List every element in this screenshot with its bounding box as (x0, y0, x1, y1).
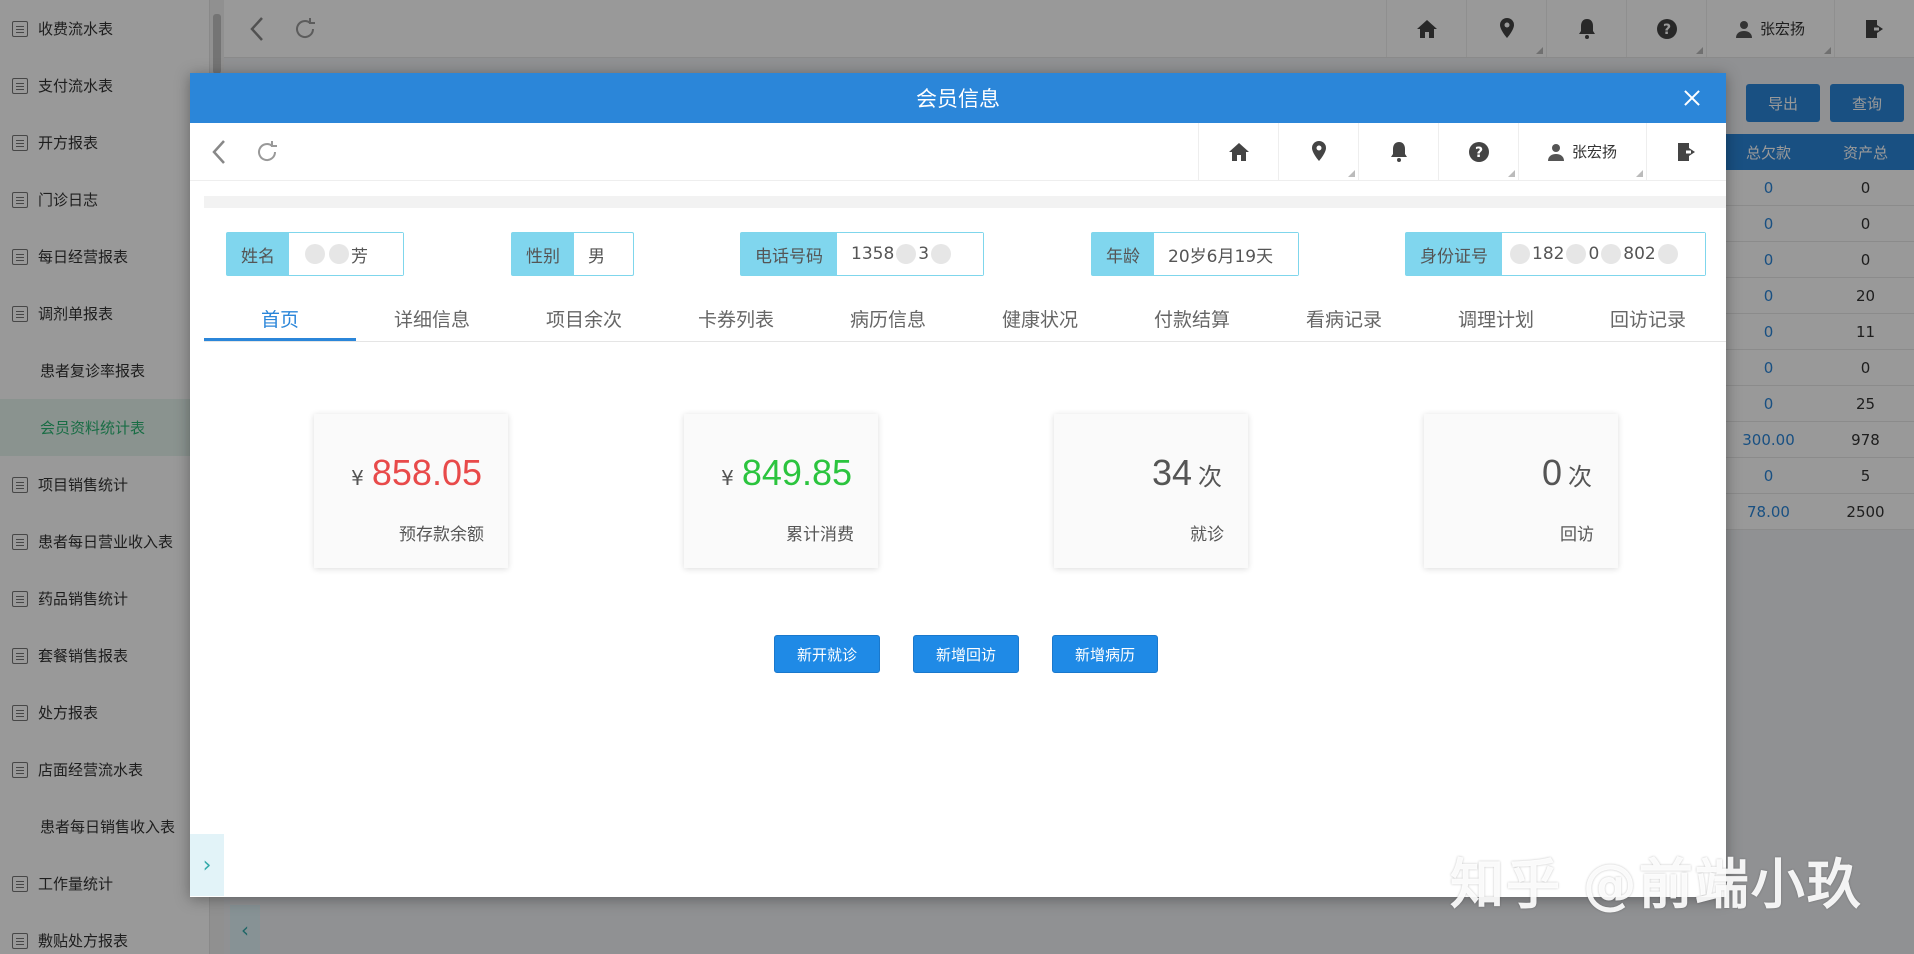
logout-button[interactable] (1646, 123, 1726, 180)
id-card-field: 身份证号 182 0 802 (1405, 232, 1706, 276)
redacted-mask (931, 244, 952, 264)
age-label: 年龄 (1092, 233, 1154, 275)
modal-side-expand[interactable]: › (190, 834, 224, 896)
id-text: 0 (1588, 244, 1600, 264)
name-label: 姓名 (227, 233, 289, 275)
user-menu[interactable]: 张宏扬 (1518, 123, 1646, 180)
visits-card: 34 次 就诊 (1054, 414, 1248, 568)
member-info-modal: 会员信息 ? 张宏扬 姓名 芳 性别 男 电话号码 1358 3 年龄 20岁6… (190, 73, 1726, 897)
id-text: 802 (1623, 244, 1656, 264)
tab-care-plan[interactable]: 调理计划 (1420, 300, 1572, 341)
currency-symbol: ¥ (351, 466, 364, 490)
phone-field: 电话号码 1358 3 (740, 232, 984, 276)
id-text: 182 (1532, 244, 1565, 264)
total-spent-label: 累计消费 (786, 525, 854, 545)
redacted-mask (896, 244, 917, 264)
phone-label: 电话号码 (741, 233, 837, 275)
visits-unit: 次 (1198, 463, 1222, 491)
name-value: 芳 (289, 233, 403, 275)
id-card-value: 182 0 802 (1502, 233, 1705, 275)
tab-home[interactable]: 首页 (204, 300, 356, 341)
member-tabs: 首页 详细信息 项目余次 卡券列表 病历信息 健康状况 付款结算 看病记录 调理… (204, 300, 1726, 342)
redacted-mask (1566, 244, 1587, 264)
home-button[interactable] (1198, 123, 1278, 180)
refresh-icon[interactable] (254, 139, 280, 165)
notification-button[interactable] (1358, 123, 1438, 180)
tab-visit-history[interactable]: 看病记录 (1268, 300, 1420, 341)
tab-followup-records[interactable]: 回访记录 (1572, 300, 1724, 341)
phone-text: 1358 (851, 244, 895, 264)
tab-medical-records[interactable]: 病历信息 (812, 300, 964, 341)
svg-text:?: ? (1474, 145, 1482, 161)
modal-toolbar: ? 张宏扬 (190, 123, 1726, 181)
gender-label: 性别 (512, 233, 574, 275)
close-icon[interactable] (1680, 86, 1704, 110)
help-icon: ? (1468, 141, 1489, 162)
phone-text: 3 (918, 244, 930, 264)
modal-body: 姓名 芳 性别 男 电话号码 1358 3 年龄 20岁6月19天 身份证号 18… (204, 196, 1726, 897)
modal-header: 会员信息 (190, 73, 1726, 123)
total-spent-card: ¥849.85 累计消费 (684, 414, 878, 568)
tab-coupons[interactable]: 卡券列表 (660, 300, 812, 341)
watermark: 知乎 @前端小玖 (1450, 853, 1863, 916)
new-record-button[interactable]: 新增病历 (1052, 635, 1158, 673)
modal-title: 会员信息 (916, 87, 1000, 111)
redacted-mask (329, 244, 349, 264)
new-followup-button[interactable]: 新增回访 (913, 635, 1019, 673)
age-value: 20岁6月19天 (1154, 233, 1298, 275)
followups-card: 0次 回访 (1424, 414, 1618, 568)
gender-value: 男 (574, 233, 619, 275)
followups-label: 回访 (1560, 525, 1594, 545)
help-button[interactable]: ? (1438, 123, 1518, 180)
currency-symbol: ¥ (721, 466, 734, 490)
redacted-mask (1657, 244, 1678, 264)
location-icon (1311, 140, 1326, 161)
new-visit-button[interactable]: 新开就诊 (774, 635, 880, 673)
id-card-label: 身份证号 (1406, 233, 1502, 275)
dropdown-corner-icon (1348, 170, 1355, 177)
chevron-right-icon: › (202, 852, 212, 878)
member-actions: 新开就诊 新增回访 新增病历 (204, 635, 1726, 675)
prepaid-balance-card: ¥858.05 预存款余额 (314, 414, 508, 568)
redacted-mask (1601, 244, 1622, 264)
total-spent-value: 849.85 (741, 452, 852, 493)
redacted-mask (1510, 244, 1530, 264)
member-info-fields: 姓名 芳 性别 男 电话号码 1358 3 年龄 20岁6月19天 身份证号 18… (204, 232, 1706, 276)
tab-details[interactable]: 详细信息 (356, 300, 508, 341)
phone-value: 1358 3 (837, 233, 983, 275)
prepaid-balance-value: 858.05 (371, 452, 482, 493)
name-field: 姓名 芳 (226, 232, 404, 276)
home-icon (1228, 142, 1249, 161)
followups-unit: 次 (1568, 463, 1592, 491)
back-icon[interactable] (210, 138, 228, 166)
tab-health-status[interactable]: 健康状况 (964, 300, 1116, 341)
visits-label: 就诊 (1190, 525, 1224, 545)
location-button[interactable] (1278, 123, 1358, 180)
tab-payments[interactable]: 付款结算 (1116, 300, 1268, 341)
bell-icon (1390, 141, 1407, 162)
logout-icon (1677, 142, 1695, 161)
gender-field: 性别 男 (511, 232, 634, 276)
name-text: 芳 (351, 246, 368, 267)
user-icon (1547, 143, 1564, 161)
tab-project-balance[interactable]: 项目余次 (508, 300, 660, 341)
age-field: 年龄 20岁6月19天 (1091, 232, 1299, 276)
followups-count: 0 (1541, 452, 1562, 493)
redacted-mask (305, 244, 325, 264)
user-name: 张宏扬 (1571, 143, 1617, 161)
visits-count: 34 (1151, 452, 1192, 493)
dropdown-corner-icon (1636, 170, 1643, 177)
prepaid-balance-label: 预存款余额 (399, 525, 484, 545)
summary-cards: ¥858.05 预存款余额 ¥849.85 累计消费 34 次 就诊 0次 回访 (204, 414, 1726, 568)
dropdown-corner-icon (1508, 170, 1515, 177)
